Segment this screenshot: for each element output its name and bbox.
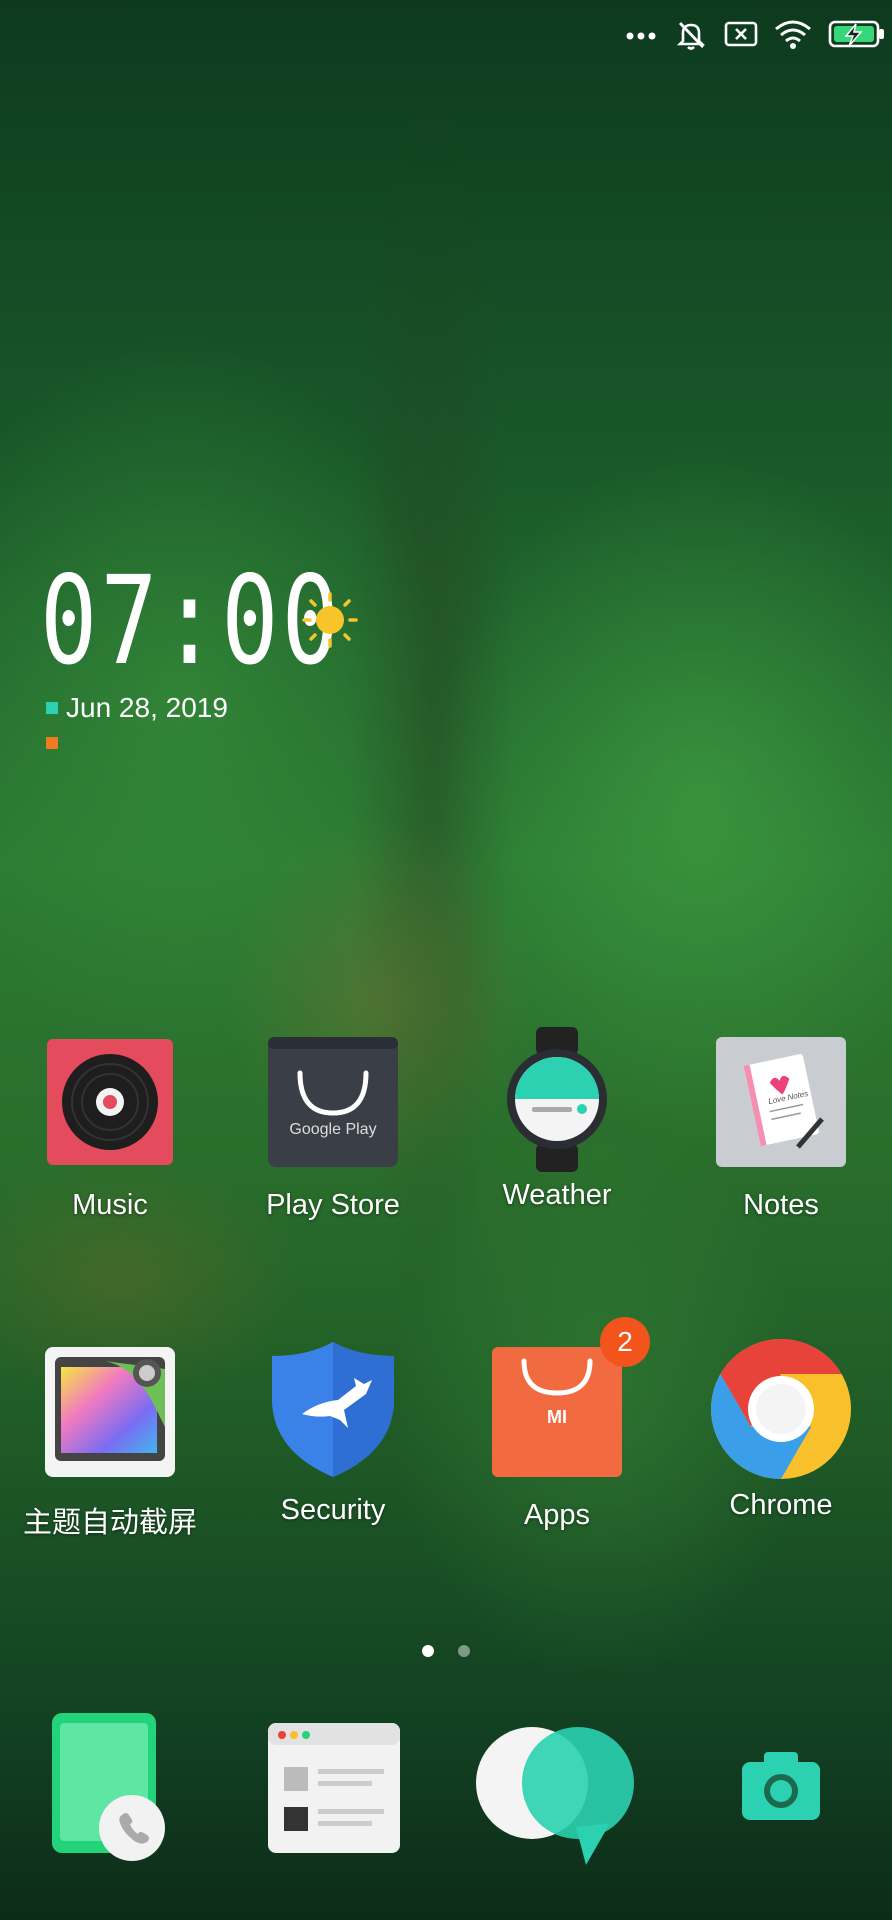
app-weather[interactable]: Weather — [457, 1027, 657, 1212]
chrome-icon — [709, 1337, 853, 1481]
theme-gallery-icon — [45, 1347, 175, 1477]
app-security[interactable]: Security — [233, 1342, 433, 1527]
app-label: 主题自动截屏 — [22, 1507, 197, 1539]
dock-browser[interactable] — [268, 1723, 400, 1860]
page-dot[interactable] — [458, 1645, 470, 1657]
page-dot-active[interactable] — [422, 1645, 434, 1657]
wifi-icon — [775, 20, 811, 49]
sim-x-icon — [724, 21, 758, 47]
more-dots-icon — [626, 32, 656, 40]
google-play-bag-icon: Google Play — [268, 1037, 398, 1167]
app-music[interactable]: Music — [10, 1037, 210, 1222]
shield-deer-icon — [268, 1342, 398, 1477]
date-row: Jun 28, 2019 — [46, 692, 228, 724]
mute-bell-icon — [676, 22, 706, 50]
mi-bag-icon: MI 2 — [492, 1317, 650, 1477]
play-icon-text: Google Play — [289, 1121, 377, 1138]
notebook-icon: Love Notes — [716, 1037, 846, 1167]
app-theme-screenshot[interactable]: 主题自动截屏 — [10, 1347, 210, 1541]
browser-window-icon — [268, 1723, 400, 1853]
calendar-marker — [46, 702, 58, 714]
app-label: Music — [72, 1189, 148, 1221]
app-apps[interactable]: MI 2 Apps — [457, 1317, 657, 1532]
dock-phone[interactable] — [52, 1713, 170, 1868]
chat-bubbles-icon — [476, 1727, 634, 1865]
badge-count: 2 — [617, 1326, 633, 1357]
app-play-store[interactable]: Google Play Play Store — [233, 1037, 433, 1222]
camera-icon — [742, 1752, 820, 1820]
sun-icon[interactable] — [300, 590, 360, 650]
app-label: Security — [280, 1494, 386, 1526]
battery-charging-icon — [828, 20, 884, 48]
smartwatch-icon — [492, 1027, 622, 1172]
app-label: Weather — [502, 1179, 612, 1211]
mi-icon-text: MI — [547, 1407, 567, 1427]
event-marker — [46, 737, 58, 749]
clock-time[interactable]: 07:00 — [40, 560, 342, 682]
notification-badge: 2 — [600, 1317, 650, 1367]
app-notes[interactable]: Love Notes Notes — [681, 1037, 881, 1222]
music-disc-icon — [45, 1037, 175, 1167]
dock-messages[interactable] — [476, 1727, 640, 1872]
app-label: Apps — [523, 1499, 591, 1531]
app-chrome[interactable]: Chrome — [681, 1337, 881, 1522]
app-label: Notes — [743, 1189, 819, 1221]
date-text[interactable]: Jun 28, 2019 — [66, 692, 228, 724]
page-indicator[interactable] — [0, 1645, 892, 1657]
app-label: Chrome — [729, 1489, 833, 1521]
status-bar — [626, 14, 892, 54]
app-label: Play Store — [266, 1189, 400, 1221]
dock-camera[interactable] — [740, 1750, 822, 1827]
phone-icon — [52, 1713, 165, 1861]
